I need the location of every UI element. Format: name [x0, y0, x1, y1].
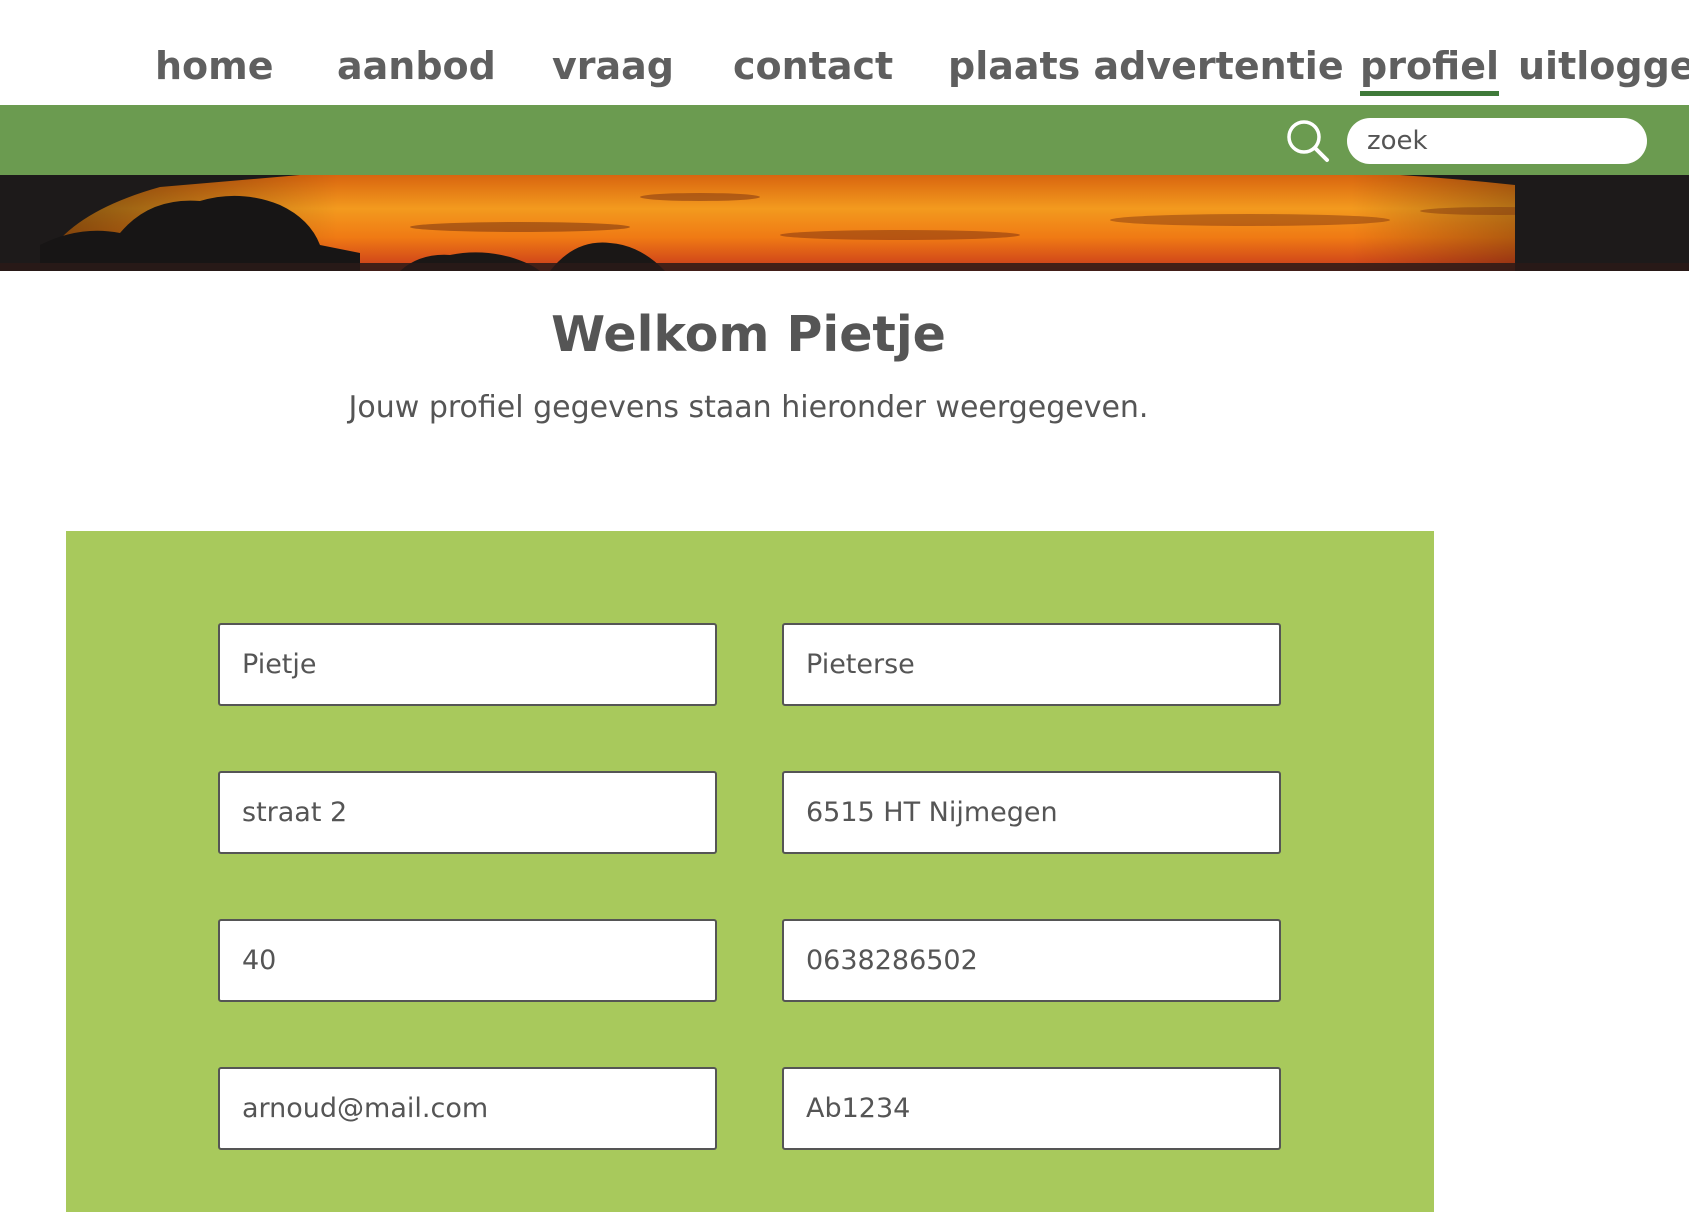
- age-field[interactable]: [218, 919, 717, 1002]
- first-name-field[interactable]: [218, 623, 717, 706]
- last-name-field[interactable]: [782, 623, 1281, 706]
- nav-aanbod[interactable]: aanbod: [337, 42, 496, 90]
- nav-plaats-advertentie[interactable]: plaats advertentie: [948, 42, 1344, 90]
- search-input[interactable]: [1347, 118, 1647, 164]
- top-navigation: home aanbod vraag contact plaats adverte…: [0, 0, 1689, 105]
- hero-banner-image: [0, 175, 1689, 271]
- nav-uitloggen[interactable]: uitloggen: [1518, 42, 1689, 90]
- nav-home[interactable]: home: [155, 42, 274, 90]
- phone-field[interactable]: [782, 919, 1281, 1002]
- page-title: Welkom Pietje: [551, 306, 946, 363]
- password-field[interactable]: [782, 1067, 1281, 1150]
- nav-contact[interactable]: contact: [733, 42, 893, 90]
- active-tab-underline: [1360, 91, 1500, 96]
- page-subtitle: Jouw profiel gegevens staan hieronder we…: [348, 390, 1149, 425]
- nav-vraag[interactable]: vraag: [552, 42, 674, 90]
- nav-profiel[interactable]: profiel: [1360, 42, 1500, 96]
- search-icon[interactable]: [1285, 118, 1331, 164]
- nav-profiel-label: profiel: [1360, 44, 1500, 88]
- email-field[interactable]: [218, 1067, 717, 1150]
- postcode-city-field[interactable]: [782, 771, 1281, 854]
- street-field[interactable]: [218, 771, 717, 854]
